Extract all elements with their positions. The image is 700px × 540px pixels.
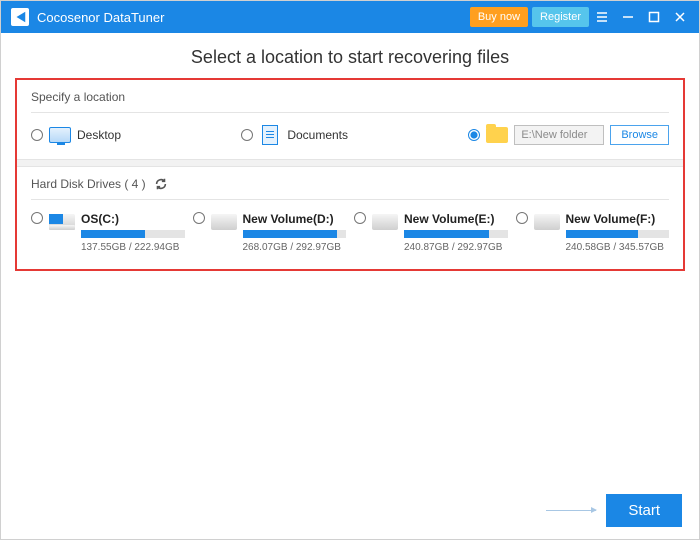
drive-c[interactable]: OS(C:) 137.55GB / 222.94GB [31,212,185,253]
drive-d[interactable]: New Volume(D:) 268.07GB / 292.97GB [193,212,347,253]
start-button[interactable]: Start [606,494,682,527]
folder-icon [486,126,508,144]
documents-icon [259,126,281,144]
location-row: Desktop Documents E:\New folder Browse [31,113,669,159]
drive-f[interactable]: New Volume(F:) 240.58GB / 345.57GB [516,212,670,253]
hdd-icon [211,214,237,230]
menu-icon[interactable] [589,1,615,33]
drives-section-title: Hard Disk Drives ( 4 ) [31,177,669,200]
drive-size: 240.58GB / 345.57GB [566,242,670,253]
documents-label: Documents [287,128,348,142]
custom-path-field[interactable]: E:\New folder [514,125,604,145]
browse-button[interactable]: Browse [610,125,669,145]
drive-e[interactable]: New Volume(E:) 240.87GB / 292.97GB [354,212,508,253]
desktop-option[interactable]: Desktop [31,126,121,144]
drive-size: 240.87GB / 292.97GB [404,242,508,253]
maximize-icon[interactable] [641,1,667,33]
custom-path-radio[interactable] [468,129,480,141]
drive-usage-fill [243,230,337,238]
section-separator [17,159,683,167]
drive-e-radio[interactable] [354,212,366,224]
drive-f-radio[interactable] [516,212,528,224]
hdd-icon [534,214,560,230]
desktop-icon [49,126,71,144]
drives-title-label: Hard Disk Drives ( 4 ) [31,177,146,191]
drive-usage-bar [81,230,185,238]
drive-size: 137.55GB / 222.94GB [81,242,185,253]
app-logo [11,8,29,26]
drive-os-icon [49,214,75,230]
app-title: Cocosenor DataTuner [37,10,164,25]
custom-path-option[interactable]: E:\New folder Browse [468,125,669,145]
selection-panel: Specify a location Desktop Documents E:\… [15,78,685,271]
drive-usage-bar [243,230,347,238]
close-icon[interactable] [667,1,693,33]
specify-location-title: Specify a location [31,90,669,113]
desktop-label: Desktop [77,128,121,142]
titlebar: Cocosenor DataTuner Buy now Register [1,1,699,33]
drive-name: OS(C:) [81,212,185,226]
minimize-icon[interactable] [615,1,641,33]
drive-usage-fill [404,230,489,238]
footer: Start [0,490,700,540]
drive-usage-bar [404,230,508,238]
refresh-icon[interactable] [154,177,168,191]
page-title: Select a location to start recovering fi… [1,33,699,78]
desktop-radio[interactable] [31,129,43,141]
documents-radio[interactable] [241,129,253,141]
drive-usage-bar [566,230,670,238]
buy-now-button[interactable]: Buy now [470,7,528,27]
drive-d-radio[interactable] [193,212,205,224]
arrow-indicator [546,510,596,511]
drive-name: New Volume(D:) [243,212,347,226]
drive-usage-fill [566,230,638,238]
drive-c-radio[interactable] [31,212,43,224]
drive-usage-fill [81,230,145,238]
drive-name: New Volume(E:) [404,212,508,226]
drive-name: New Volume(F:) [566,212,670,226]
hdd-icon [372,214,398,230]
drive-size: 268.07GB / 292.97GB [243,242,347,253]
documents-option[interactable]: Documents [241,126,348,144]
register-button[interactable]: Register [532,7,589,27]
drive-row: OS(C:) 137.55GB / 222.94GB New Volume(D:… [31,200,669,253]
